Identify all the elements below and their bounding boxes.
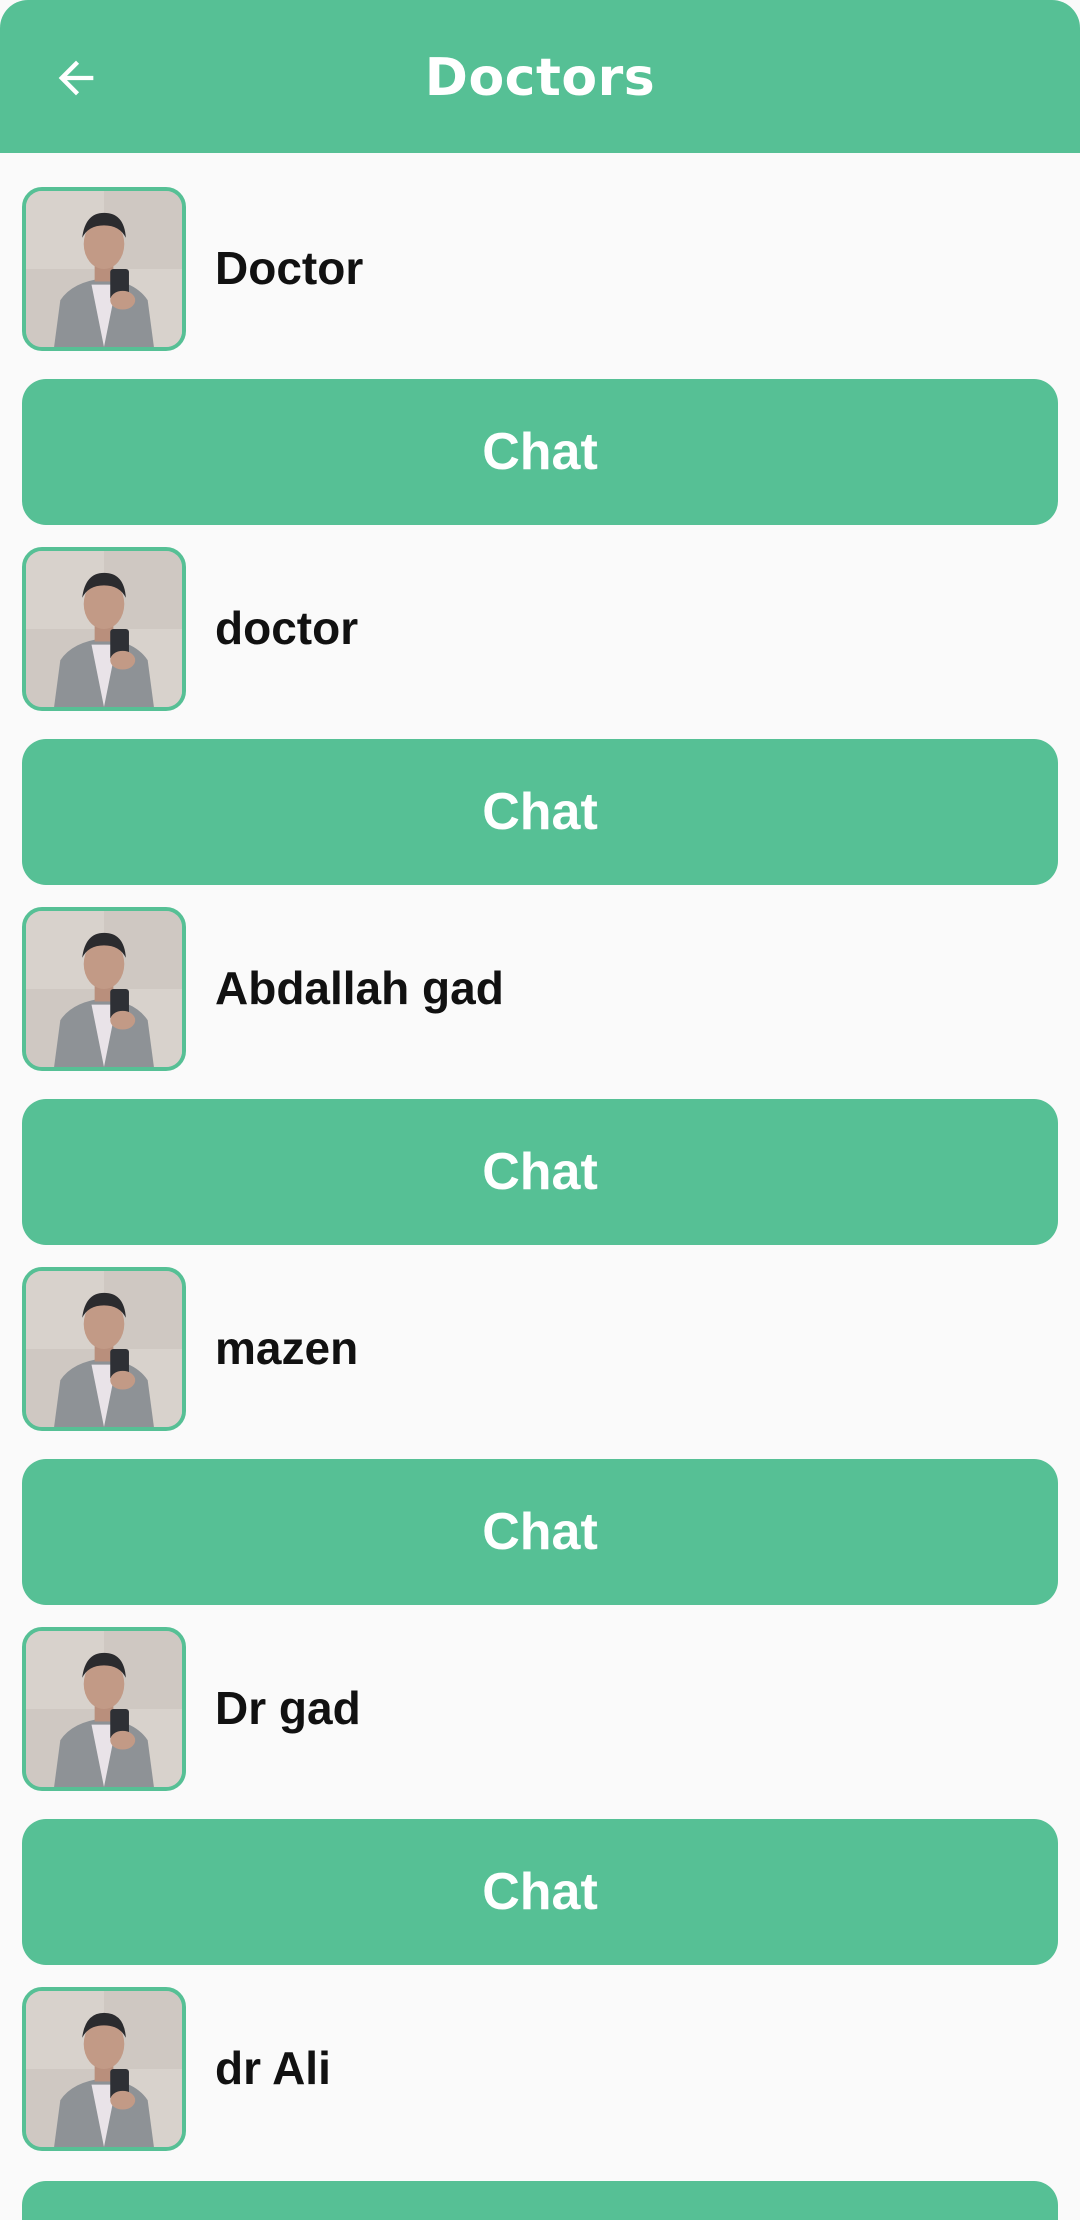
- doctor-avatar: [22, 1267, 186, 1431]
- doctor-list-item: Abdallah gad Chat: [0, 873, 1080, 1245]
- page-title: Doctors: [424, 48, 656, 108]
- doctor-list[interactable]: Doctor Chat doctor Chat Abdallah gad Cha…: [0, 153, 1080, 2220]
- doctor-photo: [26, 191, 182, 347]
- doctor-list-item: Doctor Chat: [0, 153, 1080, 525]
- doctor-name: dr Ali: [215, 2042, 331, 2094]
- doctor-row[interactable]: mazen: [0, 1233, 1080, 1459]
- doctor-list-item: doctor Chat: [0, 513, 1080, 885]
- doctor-name: doctor: [215, 602, 359, 654]
- doctor-photo: [26, 911, 182, 1067]
- doctor-avatar: [22, 1627, 186, 1791]
- doctor-list-item: dr Ali: [0, 1953, 1080, 2220]
- doctor-row[interactable]: Doctor: [0, 153, 1080, 379]
- chat-button[interactable]: Chat: [22, 739, 1058, 885]
- chat-button[interactable]: Chat: [22, 1099, 1058, 1245]
- chat-button[interactable]: Chat: [22, 1459, 1058, 1605]
- app-bar: Doctors: [0, 0, 1080, 153]
- doctor-row[interactable]: Dr gad: [0, 1593, 1080, 1819]
- chat-button[interactable]: Chat: [22, 379, 1058, 525]
- doctor-photo: [26, 1631, 182, 1787]
- doctor-name: Abdallah gad: [215, 962, 504, 1014]
- doctor-photo: [26, 1991, 182, 2147]
- chat-button-partial[interactable]: [22, 2181, 1058, 2220]
- doctor-avatar: [22, 1987, 186, 2151]
- doctor-name: mazen: [215, 1322, 359, 1374]
- doctor-avatar: [22, 547, 186, 711]
- chat-button[interactable]: Chat: [22, 1819, 1058, 1965]
- doctor-name: Doctor: [215, 242, 364, 294]
- doctor-row[interactable]: Abdallah gad: [0, 873, 1080, 1099]
- doctor-row[interactable]: dr Ali: [0, 1953, 1080, 2179]
- doctor-avatar: [22, 907, 186, 1071]
- doctor-list-item: mazen Chat: [0, 1233, 1080, 1605]
- doctor-photo: [26, 1271, 182, 1427]
- doctor-list-item: Dr gad Chat: [0, 1593, 1080, 1965]
- doctor-photo: [26, 551, 182, 707]
- doctor-row[interactable]: doctor: [0, 513, 1080, 739]
- doctor-avatar: [22, 187, 186, 351]
- doctor-name: Dr gad: [215, 1682, 361, 1734]
- doctors-screen: Doctors Doctor Chat doctor Chat Abdallah…: [0, 0, 1080, 2220]
